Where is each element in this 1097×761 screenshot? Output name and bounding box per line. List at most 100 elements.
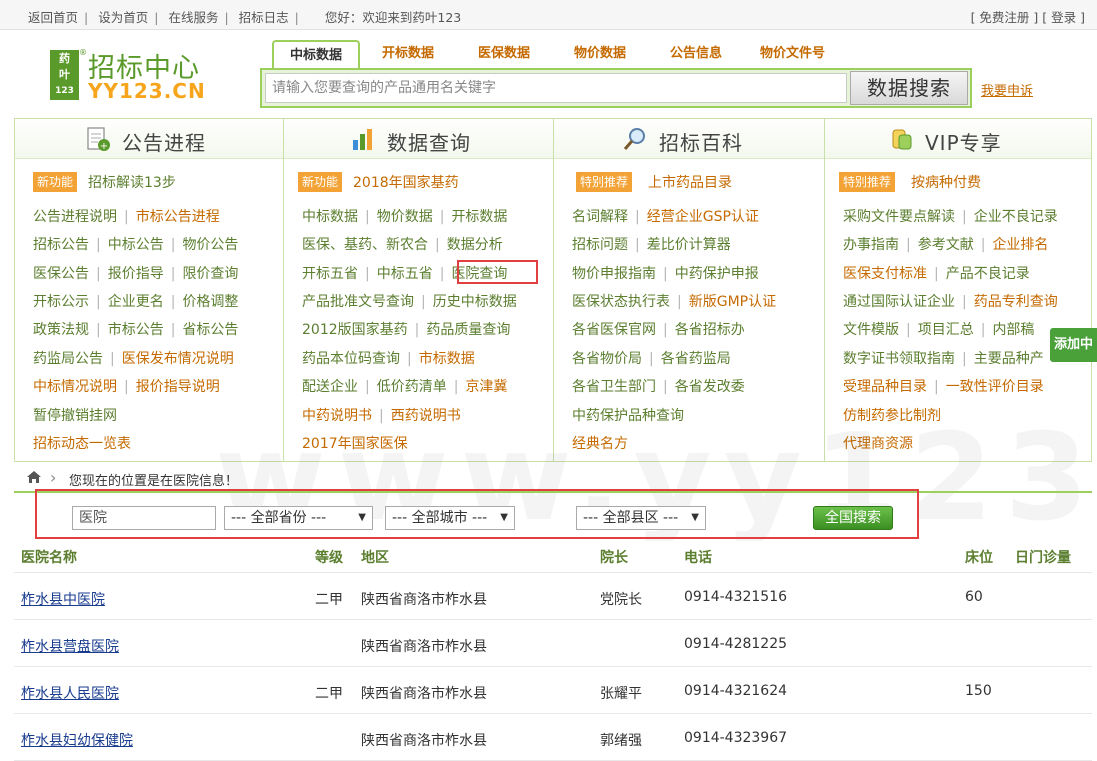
nav-link[interactable]: 医保、基药、新农合 [302,237,428,253]
link-online-service[interactable]: 在线服务 [168,10,218,25]
data-search-button[interactable]: 数据搜索 [850,71,968,105]
nav-link[interactable]: 各省发改委 [675,379,745,395]
nav-link[interactable]: 2012版国家基药 [302,322,408,338]
tab-bid-data[interactable]: 中标数据 [272,40,360,70]
nav-link[interactable]: 受理品种目录 [843,379,927,395]
nav-link[interactable]: 医保支付标准 [843,266,927,282]
nav-link[interactable]: 药品专利查询 [974,294,1058,310]
home-icon[interactable] [26,470,42,484]
nav-link[interactable]: 物价公告 [182,237,238,253]
tab-opening-data[interactable]: 开标数据 [382,40,434,68]
nav-link[interactable]: 医保状态执行表 [572,294,670,310]
link-home[interactable]: 返回首页 [28,10,78,25]
nav-link[interactable]: 药品本位码查询 [302,351,400,367]
nav-link[interactable]: 仿制药参比制剂 [843,408,941,424]
nav-link[interactable]: 中标五省 [377,266,433,282]
nav-link[interactable]: 西药说明书 [391,408,461,424]
site-logo[interactable]: 药叶 123 ® 招标中心 YY123.CN [50,48,220,103]
nav-link[interactable]: 招标动态一览表 [33,436,131,452]
nav-link[interactable]: 中药说明书 [302,408,372,424]
nav-link[interactable]: 通过国际认证企业 [843,294,955,310]
nav-link[interactable]: 经营企业GSP认证 [647,209,759,225]
nav-link[interactable]: 物价申报指南 [572,266,656,282]
link-bid-log[interactable]: 招标日志 [239,10,289,25]
nav-link[interactable]: 市标数据 [419,351,475,367]
add-float-tab[interactable]: 添加中 [1050,328,1097,362]
hospital-name-link[interactable]: 柞水县人民医院 [21,683,119,703]
nav-link[interactable]: 历史中标数据 [433,294,517,310]
nav-link[interactable]: 数字证书领取指南 [843,351,955,367]
nav-link[interactable]: 各省卫生部门 [572,379,656,395]
hospital-keyword-input[interactable]: 医院 [72,506,216,530]
nav-link[interactable]: 医保公告 [33,266,89,282]
highlight-link[interactable]: 按病种付费 [911,172,981,192]
nav-link[interactable]: 暂停撤销挂网 [33,408,117,424]
nav-link[interactable]: 各省招标办 [675,322,745,338]
nav-link[interactable]: 市标公告进程 [136,209,220,225]
nav-link[interactable]: 报价指导 [108,266,164,282]
nav-link[interactable]: 招标问题 [572,237,628,253]
nav-link[interactable]: 产品不良记录 [946,266,1030,282]
nav-link[interactable]: 中标公告 [108,237,164,253]
nav-link[interactable]: 开标五省 [302,266,358,282]
national-search-button[interactable]: 全国搜索 [813,506,893,530]
nav-link[interactable]: 配送企业 [302,379,358,395]
login-link[interactable]: 登录 [1051,10,1076,25]
nav-link[interactable]: 市标公告 [108,322,164,338]
nav-link[interactable]: 采购文件要点解读 [843,209,955,225]
nav-link[interactable]: 京津冀 [465,379,507,395]
nav-link[interactable]: 公告进程说明 [33,209,117,225]
nav-link[interactable]: 企业更名 [108,294,164,310]
nav-link[interactable]: 差比价计算器 [647,237,731,253]
tab-announcement[interactable]: 公告信息 [670,40,722,68]
county-select[interactable]: --- 全部县区 --- ▼ [576,506,706,530]
highlight-link[interactable]: 上市药品目录 [648,172,732,192]
province-select[interactable]: --- 全部省份 --- ▼ [224,506,373,530]
nav-link[interactable]: 文件模版 [843,322,899,338]
nav-link[interactable]: 开标公示 [33,294,89,310]
nav-link[interactable]: 企业不良记录 [974,209,1058,225]
nav-link[interactable]: 各省医保官网 [572,322,656,338]
nav-link[interactable]: 中药保护品种查询 [572,408,684,424]
nav-link[interactable]: 主要品种产 [974,351,1044,367]
nav-link[interactable]: 代理商资源 [843,436,913,452]
nav-link[interactable]: 低价药清单 [377,379,447,395]
city-select[interactable]: --- 全部城市 --- ▼ [385,506,515,530]
nav-link[interactable]: 中标情况说明 [33,379,117,395]
highlight-link[interactable]: 2018年国家基药 [353,172,459,192]
search-input[interactable]: 请输入您要查询的产品通用名关键字 [265,73,847,103]
nav-link[interactable]: 省标公告 [182,322,238,338]
nav-link[interactable]: 数据分析 [447,237,503,253]
nav-link[interactable]: 企业排名 [992,237,1048,253]
nav-link[interactable]: 开标数据 [451,209,507,225]
nav-link[interactable]: 各省药监局 [661,351,731,367]
tab-insurance-data[interactable]: 医保数据 [478,40,530,68]
nav-link[interactable]: 一致性评价目录 [946,379,1044,395]
hospital-name-link[interactable]: 柞水县营盘医院 [21,636,119,656]
nav-link[interactable]: 中药保护申报 [675,266,759,282]
nav-link[interactable]: 物价数据 [377,209,433,225]
nav-link[interactable]: 药品质量查询 [426,322,510,338]
nav-link[interactable]: 办事指南 [843,237,899,253]
nav-link[interactable]: 各省物价局 [572,351,642,367]
tab-price-data[interactable]: 物价数据 [574,40,626,68]
nav-link[interactable]: 2017年国家医保 [302,436,408,452]
nav-link[interactable]: 中标数据 [302,209,358,225]
nav-link[interactable]: 药监局公告 [33,351,103,367]
nav-link[interactable]: 项目汇总 [918,322,974,338]
nav-link[interactable]: 名词解释 [572,209,628,225]
nav-link[interactable]: 新版GMP认证 [689,294,776,310]
nav-link[interactable]: 医保发布情况说明 [122,351,234,367]
nav-link[interactable]: 价格调整 [182,294,238,310]
nav-link[interactable]: 参考文献 [918,237,974,253]
register-link[interactable]: 免费注册 [979,10,1029,25]
nav-link[interactable]: 经典名方 [572,436,628,452]
nav-link[interactable]: 产品批准文号查询 [302,294,414,310]
nav-link[interactable]: 报价指导说明 [136,379,220,395]
nav-link[interactable]: 政策法规 [33,322,89,338]
nav-link[interactable]: 限价查询 [182,266,238,282]
hospital-name-link[interactable]: 柞水县中医院 [21,589,105,609]
nav-link[interactable]: 招标公告 [33,237,89,253]
appeal-link[interactable]: 我要申诉 [981,80,1033,99]
link-set-home[interactable]: 设为首页 [98,10,148,25]
